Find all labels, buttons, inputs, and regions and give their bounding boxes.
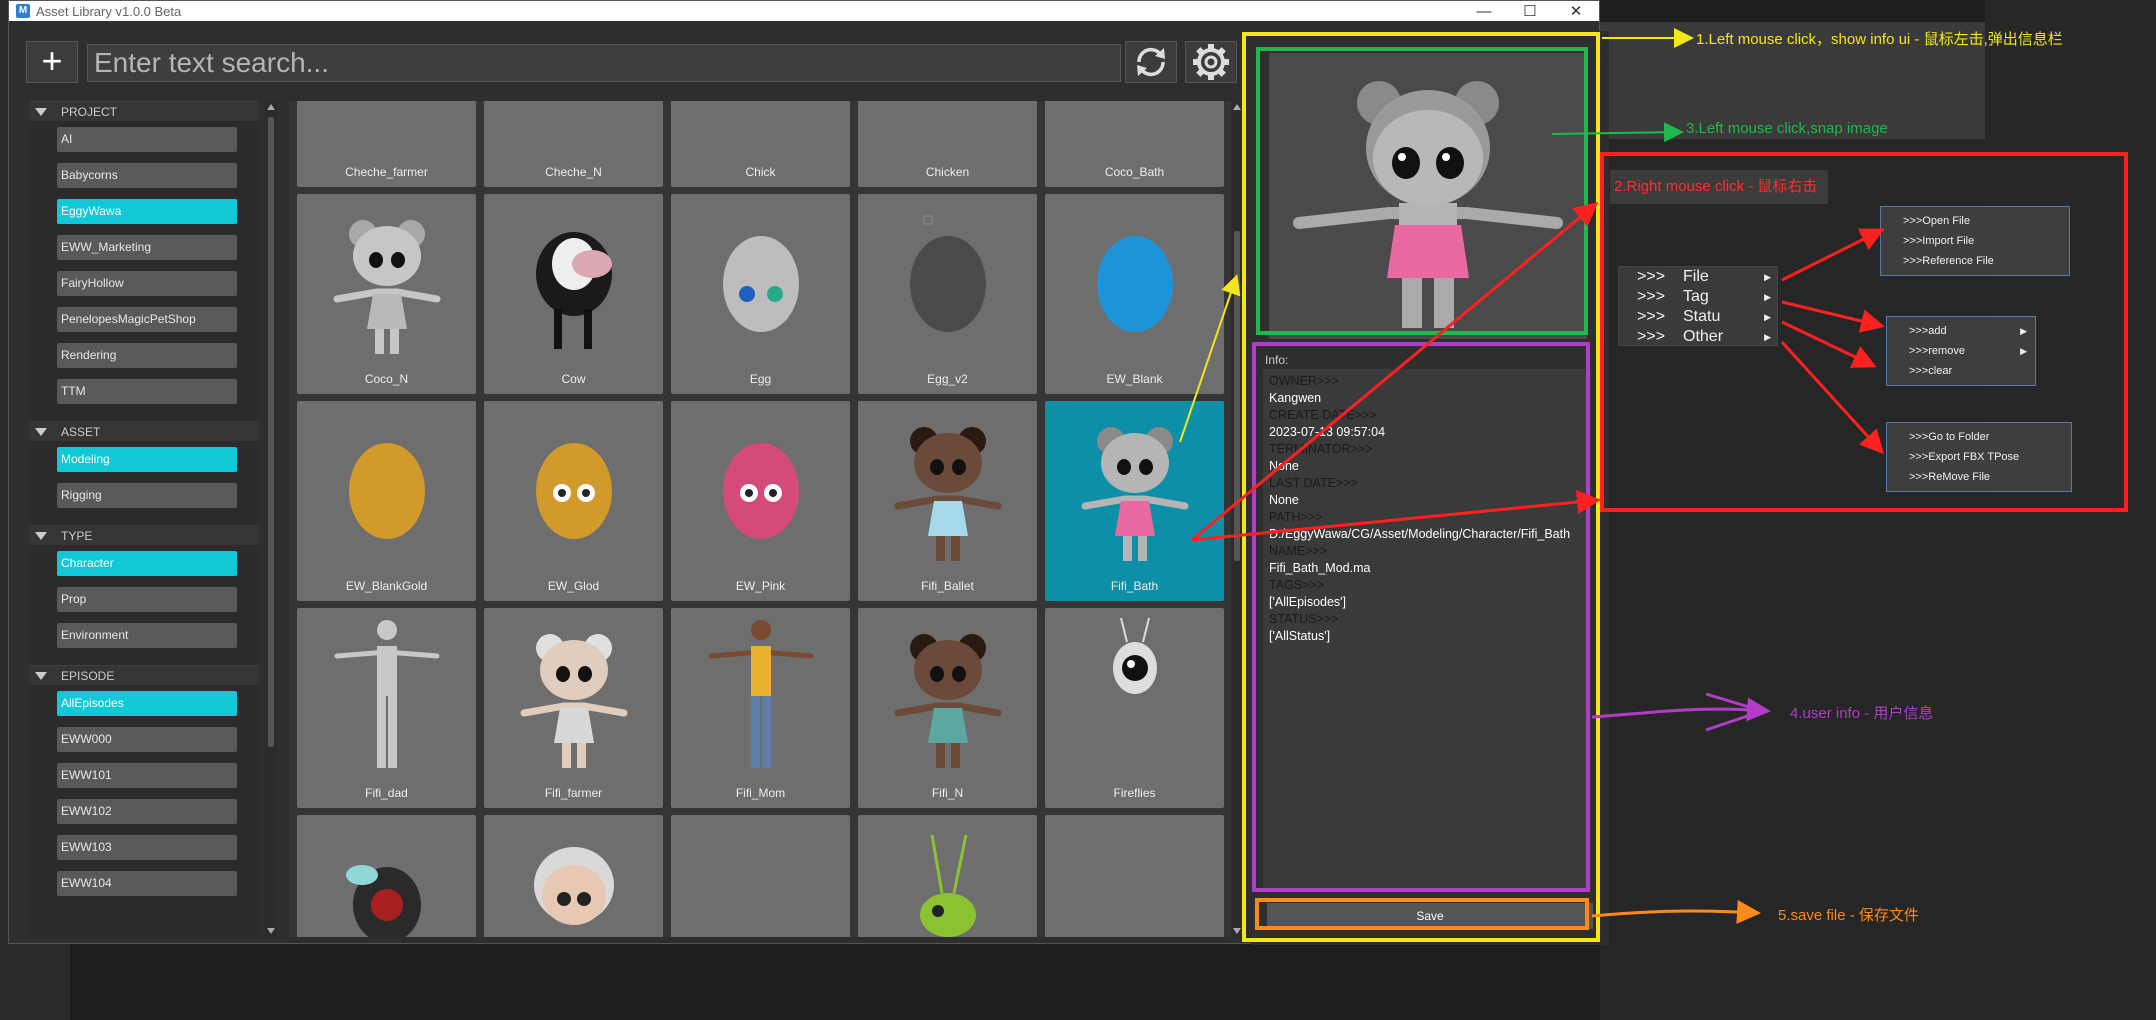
annotation-arrows [1179, 28, 1885, 924]
